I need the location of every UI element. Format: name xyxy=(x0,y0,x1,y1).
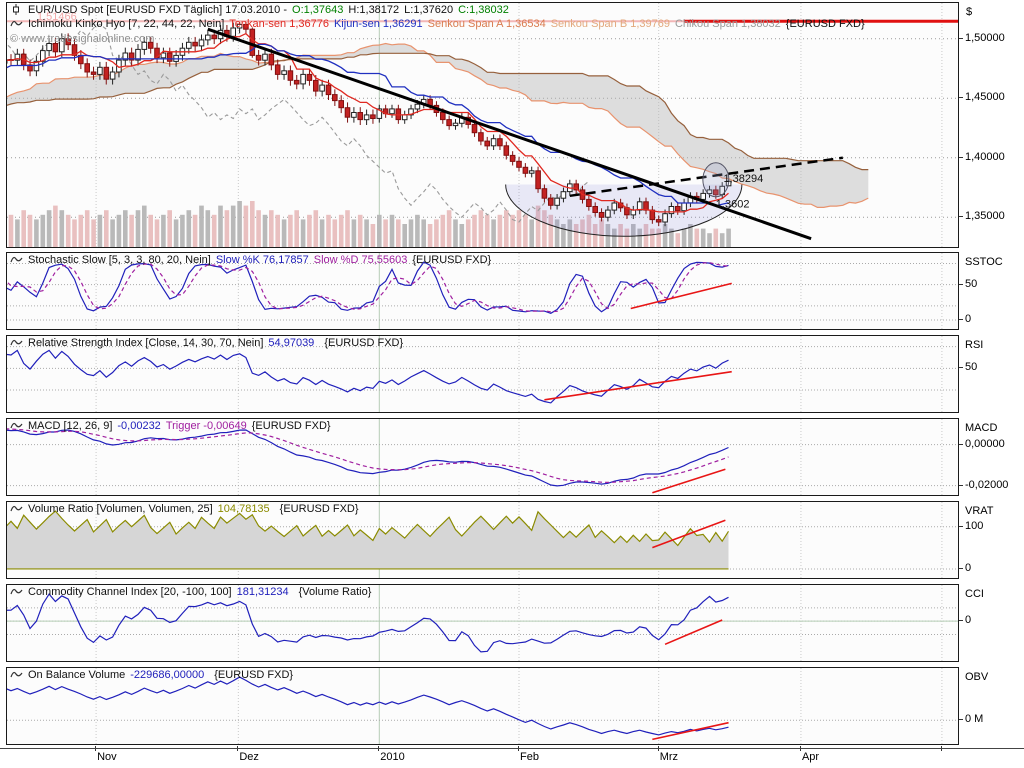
indicator-tick-label: -0,02000 xyxy=(965,479,1008,491)
scope-label: {EURUSD FXD} xyxy=(412,254,491,266)
ichimoku-title: Ichimoku Kinko Hyo [7, 22, 44, 22, Nein] xyxy=(28,18,224,30)
panel-obv[interactable]: On Balance Volume -229686,00000 {EURUSD … xyxy=(6,667,959,745)
candlestick-icon xyxy=(10,5,23,16)
close-value: C:1,38032 xyxy=(458,4,509,16)
axis-tick xyxy=(959,216,963,217)
axis-tick xyxy=(959,568,963,569)
indicator-value-2: Slow %D 75,55603 xyxy=(314,254,408,266)
indicator-tick-label: 50 xyxy=(965,361,977,373)
high-value: H:1,38172 xyxy=(348,4,399,16)
chikou-value: Chikou Span 1,38032 xyxy=(675,18,781,30)
indicator-value-2: Trigger -0,00649 xyxy=(166,420,247,432)
price-tick-label: 1,35000 xyxy=(965,210,1005,222)
axis-tick xyxy=(959,284,963,285)
indicator-icon xyxy=(10,504,23,515)
indicator-title: Relative Strength Index [Close, 14, 30, … xyxy=(28,337,263,349)
panel-axis-name: RSI xyxy=(965,339,983,351)
indicator-value-1: 104,78135 xyxy=(218,503,270,515)
open-value: O:1,37643 xyxy=(292,4,343,16)
indicator-icon xyxy=(10,255,23,266)
time-axis-label: Nov xyxy=(97,751,117,763)
scope-label: {EURUSD FXD} xyxy=(252,420,331,432)
panel-rsi[interactable]: Relative Strength Index [Close, 14, 30, … xyxy=(6,335,959,413)
axis-tick xyxy=(959,719,963,720)
indicator-tick-label: 100 xyxy=(965,520,983,532)
indicator-tick-label: 0 xyxy=(965,562,971,574)
indicator-title: Commodity Channel Index [20, -100, 100] xyxy=(28,586,232,598)
panel-stochastic[interactable]: Stochastic Slow [5, 3, 3, 80, 20, Nein] … xyxy=(6,252,959,330)
axis-tick xyxy=(959,38,963,39)
panel-axis-name: CCI xyxy=(965,588,984,600)
panel-volume-ratio[interactable]: Volume Ratio [Volumen, Volumen, 25] 104,… xyxy=(6,501,959,579)
low-value: L:1,37620 xyxy=(404,4,453,16)
indicator-tick-label: 0,00000 xyxy=(965,438,1005,450)
indicator-icon xyxy=(10,670,23,681)
panel-axis-name: SSTOC xyxy=(965,256,1003,268)
axis-tick xyxy=(959,444,963,445)
chart-application: 1,382941,3602 1,51466 EUR/USD Spot [EURU… xyxy=(0,0,1024,768)
indicator-icon xyxy=(10,421,23,432)
indicator-tick-label: 0 M xyxy=(965,713,983,725)
indicator-title: Stochastic Slow [5, 3, 3, 80, 20, Nein] xyxy=(28,254,211,266)
indicator-icon xyxy=(10,19,23,30)
indicator-value-1: 181,31234 xyxy=(237,586,289,598)
indicator-icon xyxy=(10,587,23,598)
watermark: © www.tradesignalonline.com xyxy=(10,33,154,45)
indicator-value-1: Slow %K 76,17857 xyxy=(216,254,309,266)
panel-macd[interactable]: MACD [12, 26, 9] -0,00232 Trigger -0,006… xyxy=(6,418,959,496)
indicator-value-1: 54,97039 xyxy=(268,337,314,349)
time-axis-label: Feb xyxy=(520,751,539,763)
axis-separator xyxy=(0,748,1024,749)
scope-label: {EURUSD FXD} xyxy=(280,503,359,515)
indicator-title: MACD [12, 26, 9] xyxy=(28,420,112,432)
indicator-title: Volume Ratio [Volumen, Volumen, 25] xyxy=(28,503,213,515)
kijun-value: Kijun-sen 1,36291 xyxy=(334,18,423,30)
price-tick-label: 1,45000 xyxy=(965,91,1005,103)
panel-axis-name: OBV xyxy=(965,671,988,683)
currency-unit-label: $ xyxy=(966,6,972,18)
svg-text:1,3602: 1,3602 xyxy=(716,198,750,210)
scope-label: {Volume Ratio} xyxy=(299,586,372,598)
axis-tick xyxy=(959,97,963,98)
time-axis-label: Dez xyxy=(239,751,259,763)
symbol-title: EUR/USD Spot [EURUSD FXD Täglich] 17.03.… xyxy=(28,4,287,16)
axis-tick xyxy=(959,367,963,368)
time-axis-label: Apr xyxy=(802,751,819,763)
price-tick-label: 1,50000 xyxy=(965,32,1005,44)
scope-label: {EURUSD FXD} xyxy=(786,18,865,30)
indicator-value-1: -0,00232 xyxy=(117,420,160,432)
axis-tick xyxy=(959,485,963,486)
time-axis-label: 2010 xyxy=(380,751,404,763)
indicator-tick-label: 0 xyxy=(965,614,971,626)
time-axis-label: Mrz xyxy=(660,751,678,763)
price-tick-label: 1,40000 xyxy=(965,151,1005,163)
indicator-tick-label: 0 xyxy=(965,313,971,325)
senkou-b-value: Senkou Span B 1,39769 xyxy=(551,18,670,30)
indicator-tick-label: 50 xyxy=(965,278,977,290)
axis-tick xyxy=(959,526,963,527)
indicator-title: On Balance Volume xyxy=(28,669,125,681)
main-chart-panel[interactable]: 1,382941,3602 1,51466 EUR/USD Spot [EURU… xyxy=(6,2,959,248)
axis-tick xyxy=(959,319,963,320)
axis-tick xyxy=(959,157,963,158)
indicator-icon xyxy=(10,338,23,349)
panel-axis-name: VRAT xyxy=(965,505,994,517)
panel-cci[interactable]: Commodity Channel Index [20, -100, 100] … xyxy=(6,584,959,662)
scope-label: {EURUSD FXD} xyxy=(214,669,293,681)
indicator-value-1: -229686,00000 xyxy=(130,669,204,681)
scope-label: {EURUSD FXD} xyxy=(324,337,403,349)
panel-axis-name: MACD xyxy=(965,422,997,434)
senkou-a-value: Senkou Span A 1,36534 xyxy=(428,18,546,30)
svg-text:1,38294: 1,38294 xyxy=(724,173,764,185)
tenkan-value: Tenkan-sen 1,36776 xyxy=(229,18,329,30)
axis-tick xyxy=(959,620,963,621)
